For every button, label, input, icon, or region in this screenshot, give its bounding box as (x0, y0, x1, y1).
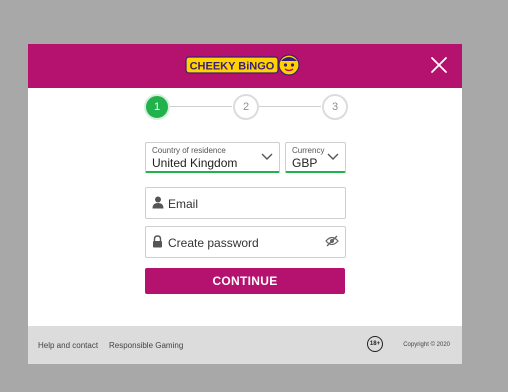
step-connector (259, 106, 321, 107)
age-restriction-badge: 18+ (367, 336, 383, 352)
copyright-text: Copyright © 2020 (403, 342, 450, 348)
continue-button[interactable]: CONTINUE (145, 268, 345, 294)
age-label: 18+ (369, 341, 381, 347)
eye-off-icon[interactable] (325, 235, 339, 247)
password-field[interactable]: Create password (145, 226, 346, 258)
step-3-number: 3 (331, 101, 339, 113)
modal-header: CHEEKY BiNGO (28, 44, 462, 88)
signup-modal: CHEEKY BiNGO 1 2 3 Country of residence … (28, 44, 462, 364)
password-placeholder: Create password (168, 236, 259, 250)
user-icon (152, 196, 164, 209)
currency-value: GBP (292, 156, 318, 170)
svg-text:CHEEKY BiNGO: CHEEKY BiNGO (190, 61, 275, 73)
chevron-down-icon (327, 153, 339, 160)
help-contact-link[interactable]: Help and contact (38, 341, 98, 350)
step-2: 2 (233, 94, 259, 120)
step-1: 1 (144, 94, 170, 120)
lock-icon (153, 235, 162, 248)
chevron-down-icon (261, 153, 273, 160)
responsible-gaming-link[interactable]: Responsible Gaming (109, 341, 183, 350)
email-field[interactable]: Email (145, 187, 346, 219)
country-value: United Kingdom (152, 156, 238, 170)
brand-logo: CHEEKY BiNGO (185, 53, 305, 77)
step-connector (170, 106, 232, 107)
step-1-number: 1 (153, 101, 161, 113)
step-indicator: 1 2 3 (28, 94, 462, 120)
step-2-number: 2 (242, 101, 250, 113)
modal-footer: Help and contact Responsible Gaming 18+ … (28, 326, 462, 364)
currency-label: Currency (292, 146, 325, 155)
close-icon[interactable] (428, 54, 450, 76)
step-3: 3 (322, 94, 348, 120)
email-placeholder: Email (168, 197, 199, 211)
country-select[interactable]: Country of residence United Kingdom (145, 142, 280, 173)
currency-select[interactable]: Currency GBP (285, 142, 346, 173)
country-label: Country of residence (152, 146, 226, 155)
cheeky-bingo-logo: CHEEKY BiNGO (185, 54, 300, 76)
